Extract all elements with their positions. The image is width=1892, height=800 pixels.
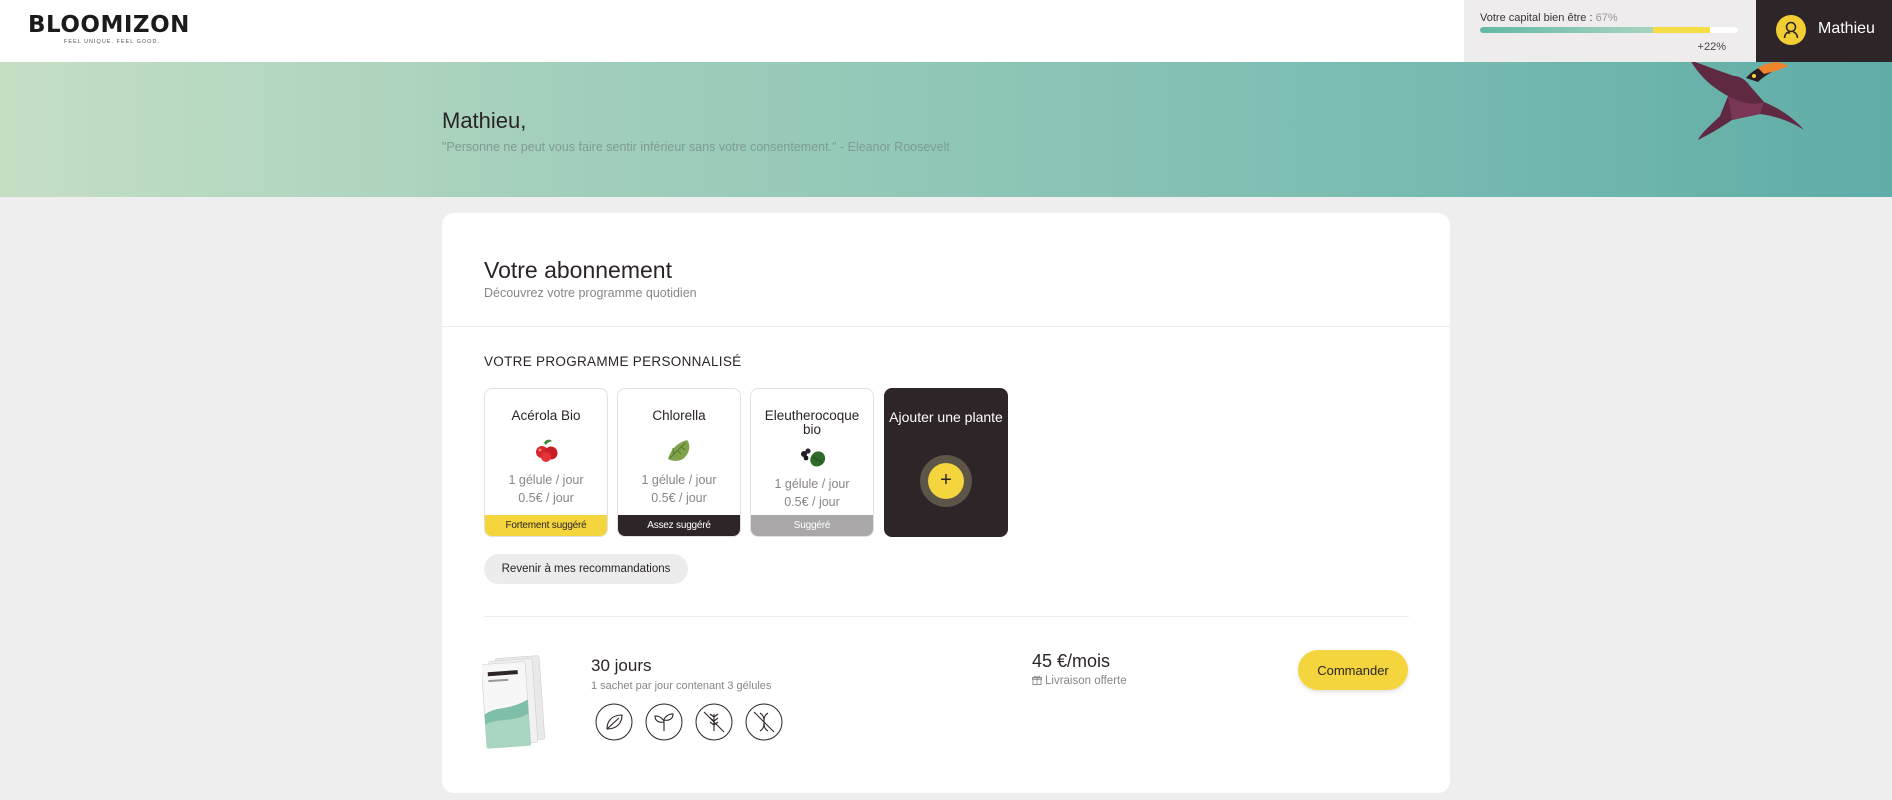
- suggestion-badge: Suggéré: [751, 515, 873, 536]
- logo-tagline: FEEL UNIQUE. FEEL GOOD.: [64, 39, 160, 45]
- plant-card-eleutherococcus[interactable]: Eleutherocoque bio 1 gélule / jour 0.5€ …: [750, 388, 874, 537]
- plant-price: 0.5€ / jour: [651, 491, 707, 505]
- gluten-free-badge: [692, 700, 736, 744]
- vegan-badge: [642, 700, 686, 744]
- wellbeing-gain: +22%: [1697, 41, 1726, 53]
- add-plant-card[interactable]: Ajouter une plante +: [884, 388, 1008, 537]
- gmo-free-badge: [742, 700, 786, 744]
- plant-dose: 1 gélule / jour: [774, 477, 850, 491]
- shipping-label: Livraison offerte: [1045, 675, 1127, 687]
- plant-name: Acérola Bio: [511, 408, 581, 423]
- wheat-crossed-badge-icon: [695, 703, 733, 741]
- wellbeing-progress-gain: [1652, 27, 1710, 33]
- divider: [442, 326, 1450, 327]
- wellbeing-percent: 67%: [1595, 12, 1618, 24]
- wellbeing-label-text: Votre capital bien être :: [1480, 12, 1593, 24]
- sprout-badge-icon: [645, 703, 683, 741]
- add-plant-label: Ajouter une plante: [889, 409, 1003, 425]
- plant-dose: 1 gélule / jour: [508, 473, 584, 487]
- page-subtitle: Découvrez votre programme quotidien: [484, 286, 697, 300]
- suggestion-badge: Fortement suggéré: [485, 515, 607, 536]
- page-title: Votre abonnement: [484, 257, 672, 283]
- suggestion-badge: Assez suggéré: [618, 515, 740, 536]
- plant-card-chlorella[interactable]: Chlorella 1 gélule / jour 0.5€ / jour As…: [617, 388, 741, 537]
- plus-icon: +: [928, 463, 964, 499]
- plant-card-acerola[interactable]: Acérola Bio 1 gélule / jour 0.5€ / jour …: [484, 388, 608, 537]
- order-button[interactable]: Commander: [1298, 650, 1408, 690]
- gift-icon: [1032, 675, 1042, 685]
- logo-wordmark: BLOOMIZON: [28, 12, 190, 38]
- plant-name: Chlorella: [652, 408, 706, 423]
- back-to-recommendations-button[interactable]: Revenir à mes recommandations: [484, 554, 688, 584]
- shipping-info: Livraison offerte: [1032, 675, 1127, 687]
- user-menu[interactable]: Mathieu: [1756, 0, 1892, 62]
- dna-crossed-badge-icon: [745, 703, 783, 741]
- program-title: VOTRE PROGRAMME PERSONNALISÉ: [484, 354, 742, 369]
- acerola-icon: [536, 439, 558, 462]
- plant-price: 0.5€ / jour: [518, 491, 574, 505]
- offer-duration: 30 jours: [591, 656, 652, 675]
- wellbeing-progress-fill: [1480, 27, 1653, 33]
- plant-dose: 1 gélule / jour: [641, 473, 717, 487]
- eleutherococcus-icon: [801, 448, 826, 467]
- hero-banner: Mathieu, "Personne ne peut vous faire se…: [0, 62, 1892, 197]
- wellbeing-label: Votre capital bien être : 67%: [1480, 12, 1618, 24]
- wellbeing-capital: Votre capital bien être : 67% +22%: [1464, 0, 1756, 62]
- chlorella-icon: [668, 440, 690, 461]
- top-bar: BLOOMIZON FEEL UNIQUE. FEEL GOOD. Votre …: [0, 0, 1892, 62]
- plant-name: Eleutherocoque bio: [764, 408, 860, 437]
- user-icon: [1783, 21, 1799, 39]
- add-plant-button[interactable]: +: [920, 455, 972, 507]
- offer-price: 45 €/mois: [1032, 651, 1111, 671]
- hero-quote: "Personne ne peut vous faire sentir infé…: [442, 140, 950, 154]
- leaf-badge-icon: [595, 703, 633, 741]
- natural-origin-badge: [592, 700, 636, 744]
- user-name: Mathieu: [1818, 20, 1875, 37]
- plant-price: 0.5€ / jour: [784, 495, 840, 509]
- hero-greeting: Mathieu,: [442, 108, 527, 133]
- wellbeing-progress-bar: [1480, 27, 1738, 33]
- divider: [484, 616, 1409, 617]
- sachet-product-image: [482, 655, 546, 749]
- logo[interactable]: BLOOMIZON FEEL UNIQUE. FEEL GOOD.: [28, 12, 190, 46]
- subscription-card: Votre abonnement Découvrez votre program…: [442, 213, 1450, 793]
- avatar: [1776, 15, 1806, 45]
- offer-description: 1 sachet par jour contenant 3 gélules: [591, 680, 772, 692]
- toucan-illustration-icon: [1691, 62, 1804, 140]
